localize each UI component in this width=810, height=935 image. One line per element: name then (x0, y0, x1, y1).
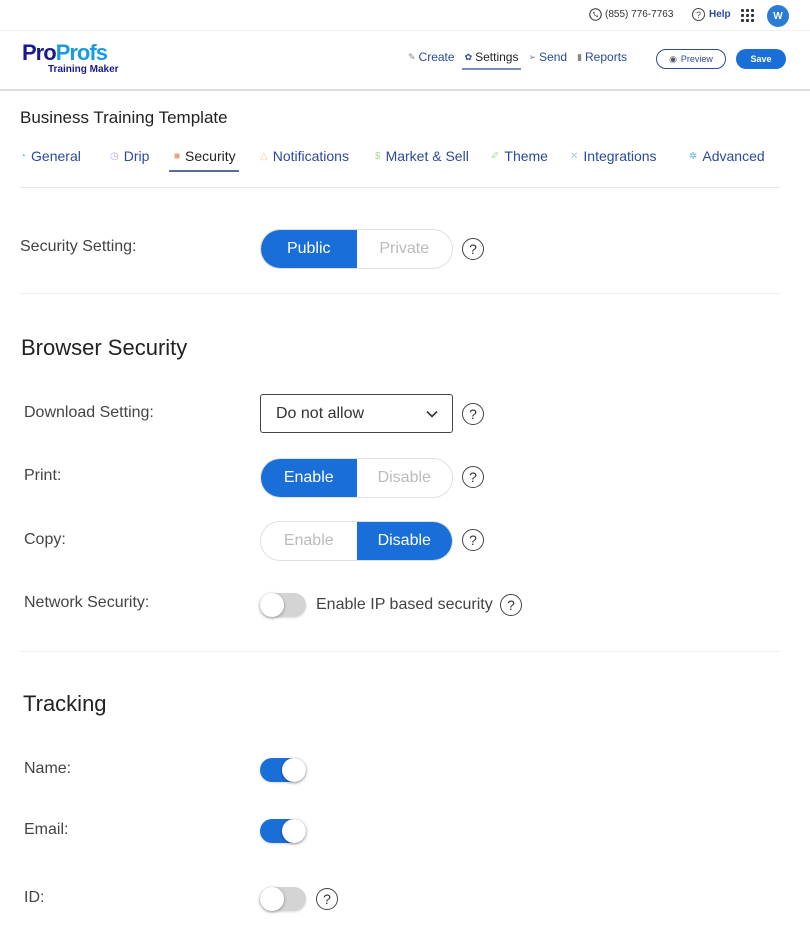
main-nav: ✎ Create ✿ Settings ➢ Send ▮ Reports (408, 50, 637, 70)
lock-icon: ■ (174, 150, 181, 162)
help-label: Help (709, 9, 731, 20)
switch-knob (282, 758, 306, 782)
tab-integrations[interactable]: ✕ Integrations (570, 148, 657, 164)
network-security-label: Network Security: (24, 594, 150, 611)
print-disable-option[interactable]: Disable (357, 459, 453, 497)
settings-tabs: ◔ General ◷ Drip ■ Security △ Notificati… (20, 146, 780, 188)
tab-general[interactable]: ◔ General (20, 148, 81, 164)
tab-security[interactable]: ■ Security (169, 148, 239, 172)
switch-knob (282, 819, 306, 843)
ip-security-switch[interactable] (260, 593, 306, 617)
security-setting-label: Security Setting: (20, 238, 137, 255)
download-setting-value: Do not allow (276, 404, 365, 422)
security-setting-help-icon[interactable]: ? (462, 238, 484, 260)
copy-label: Copy: (24, 531, 66, 548)
switch-knob (260, 593, 284, 617)
tracking-title: Tracking (23, 691, 107, 716)
network-security-help-icon[interactable]: ? (500, 594, 522, 616)
phone-text: (855) 776-7763 (605, 9, 674, 20)
tools-icon: ✕ (570, 150, 579, 162)
tab-general-label: General (31, 148, 81, 164)
user-avatar[interactable]: W (767, 5, 789, 27)
tab-notifications-label: Notifications (272, 148, 349, 164)
copy-toggle: Enable Disable (260, 521, 453, 561)
tab-security-label: Security (185, 148, 236, 164)
tracking-id-help-icon[interactable]: ? (316, 888, 338, 910)
tab-market-sell-label: Market & Sell (385, 148, 469, 164)
phone-icon (589, 8, 602, 21)
gear-icon: ✿ (464, 51, 473, 62)
tab-theme-label: Theme (504, 148, 548, 164)
logo-subtitle: Training Maker (48, 64, 119, 75)
copy-help-icon[interactable]: ? (462, 529, 484, 551)
download-setting-select[interactable]: Do not allow (260, 394, 453, 433)
print-enable-option[interactable]: Enable (261, 459, 357, 497)
tracking-name-label: Name: (24, 760, 72, 777)
eye-icon: ◉ (669, 53, 677, 64)
top-utility-bar: (855) 776-7763 ? Help W (0, 0, 810, 31)
switch-knob (260, 887, 284, 911)
question-circle-icon: ? (692, 8, 705, 21)
print-help-icon[interactable]: ? (462, 466, 484, 488)
print-toggle: Enable Disable (260, 458, 453, 498)
app-header: ProProfs Training Maker ✎ Create ✿ Setti… (0, 31, 810, 91)
brush-icon: ✐ (491, 150, 500, 162)
tracking-name-switch[interactable] (260, 758, 306, 782)
preview-button[interactable]: ◉ Preview (656, 49, 726, 69)
tracking-id-label: ID: (24, 889, 45, 906)
ip-security-label: Enable IP based security (316, 596, 493, 613)
bar-chart-icon: ▮ (577, 51, 583, 62)
tracking-id-switch[interactable] (260, 887, 306, 911)
nav-create[interactable]: ✎ Create (408, 50, 455, 67)
print-label: Print: (24, 467, 62, 484)
phone-number[interactable]: (855) 776-7763 (589, 8, 673, 21)
chevron-down-icon (426, 410, 438, 418)
logo-pro: Pro (22, 40, 57, 65)
security-private-option[interactable]: Private (357, 230, 453, 268)
nav-send-label: Send (539, 50, 568, 64)
bell-icon: △ (260, 150, 268, 162)
nav-settings[interactable]: ✿ Settings (461, 50, 522, 70)
download-setting-help-icon[interactable]: ? (462, 403, 484, 425)
tab-theme[interactable]: ✐ Theme (491, 148, 548, 164)
proprofs-logo[interactable]: ProProfs Training Maker (22, 40, 119, 76)
logo-profs: Profs (55, 40, 108, 65)
nav-reports[interactable]: ▮ Reports (577, 50, 627, 67)
copy-enable-option[interactable]: Enable (261, 522, 357, 560)
tab-advanced[interactable]: ✲ Advanced (689, 148, 765, 164)
tracking-email-label: Email: (24, 821, 69, 838)
page-title: Business Training Template (20, 108, 228, 127)
section-divider (20, 651, 780, 652)
pencil-icon: ✎ (408, 51, 416, 62)
preview-label: Preview (680, 54, 713, 64)
section-divider (20, 293, 780, 294)
save-button[interactable]: Save (736, 49, 786, 69)
clock-icon: ◷ (110, 150, 119, 162)
nav-settings-label: Settings (475, 50, 519, 64)
dollar-icon: $ (375, 150, 381, 162)
copy-disable-option[interactable]: Disable (356, 522, 452, 560)
gauge-icon: ◔ (20, 150, 27, 162)
nav-reports-label: Reports (585, 50, 628, 64)
browser-security-title: Browser Security (21, 335, 188, 360)
tab-integrations-label: Integrations (583, 148, 657, 164)
nav-create-label: Create (418, 50, 455, 64)
send-icon: ➢ (528, 51, 537, 62)
security-public-option[interactable]: Public (261, 230, 357, 268)
gears-icon: ✲ (689, 150, 698, 162)
tab-drip[interactable]: ◷ Drip (110, 148, 149, 164)
tracking-email-switch[interactable] (260, 819, 306, 843)
tab-market-sell[interactable]: $ Market & Sell (375, 148, 469, 164)
tab-drip-label: Drip (123, 148, 150, 164)
help-link[interactable]: ? Help (692, 8, 731, 21)
nav-send[interactable]: ➢ Send (528, 50, 567, 67)
apps-grid-icon[interactable] (741, 9, 754, 22)
tab-advanced-label: Advanced (702, 148, 765, 164)
tab-notifications[interactable]: △ Notifications (260, 148, 349, 164)
security-setting-toggle: Public Private (260, 229, 453, 269)
download-setting-label: Download Setting: (24, 404, 154, 421)
